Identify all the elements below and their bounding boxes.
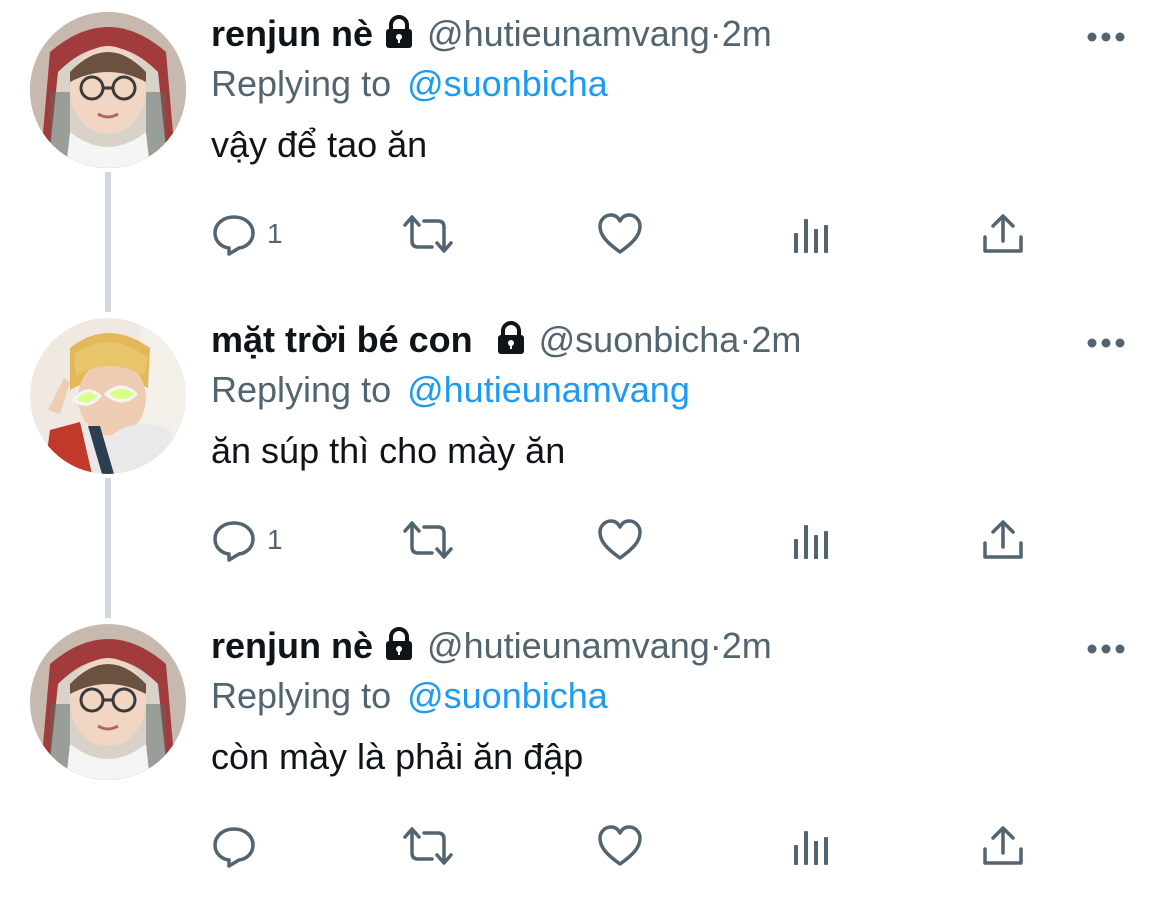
share-icon [981, 823, 1025, 869]
share-button[interactable] [981, 514, 1025, 566]
share-icon [981, 211, 1025, 257]
timestamp[interactable]: 2m [751, 319, 801, 361]
action-bar [211, 820, 1041, 872]
handle[interactable]: @suonbicha [539, 319, 740, 361]
display-name[interactable]: renjun nè [211, 625, 373, 667]
display-name[interactable]: renjun nè [211, 13, 373, 55]
like-button[interactable] [596, 514, 644, 566]
reply-icon [211, 823, 257, 869]
replying-label: Replying to [211, 369, 392, 410]
tweet-text: còn mày là phải ăn đập [211, 736, 584, 777]
like-icon [596, 517, 644, 563]
retweet-icon [399, 823, 457, 869]
lock-icon [381, 14, 417, 50]
replying-mention[interactable]: @suonbicha [407, 675, 608, 717]
reply-button[interactable]: 1 [211, 514, 283, 566]
tweet-text: ăn súp thì cho mày ăn [211, 430, 566, 471]
reply-button[interactable]: 1 [211, 208, 283, 260]
reply-icon [211, 211, 257, 257]
timestamp[interactable]: 2m [722, 13, 772, 55]
like-button[interactable] [596, 208, 644, 260]
avatar[interactable] [30, 318, 186, 474]
like-icon [596, 823, 644, 869]
replying-label: Replying to [211, 675, 392, 716]
reply-icon [211, 517, 257, 563]
separator: · [709, 13, 722, 54]
separator: · [709, 625, 722, 666]
like-icon [596, 211, 644, 257]
retweet-button[interactable] [399, 820, 457, 872]
reply-button[interactable] [211, 820, 267, 872]
tweet[interactable]: renjun nè @hutieunamvang · 2m Replying t… [0, 0, 1170, 306]
share-icon [981, 517, 1025, 563]
more-icon[interactable] [1086, 642, 1126, 654]
avatar-image [30, 624, 186, 780]
retweet-icon [399, 211, 457, 257]
display-name[interactable]: mặt trời bé con [211, 319, 473, 361]
avatar-image [30, 318, 186, 474]
avatar-image [30, 12, 186, 168]
reply-count: 1 [267, 218, 283, 249]
avatar[interactable] [30, 624, 186, 780]
handle[interactable]: @hutieunamvang [427, 625, 710, 667]
analytics-button[interactable] [791, 208, 833, 260]
share-button[interactable] [981, 208, 1025, 260]
analytics-icon [791, 517, 833, 563]
separator: · [739, 319, 752, 360]
tweet[interactable]: mặt trời bé con @suonbicha · 2m Replying… [0, 306, 1170, 612]
like-button[interactable] [596, 820, 644, 872]
analytics-icon [791, 823, 833, 869]
action-bar: 1 [211, 208, 1041, 260]
reply-count: 1 [267, 524, 283, 555]
replying-mention[interactable]: @suonbicha [407, 63, 608, 105]
avatar[interactable] [30, 12, 186, 168]
replying-mention[interactable]: @hutieunamvang [407, 369, 690, 411]
tweet-text: vậy để tao ăn [211, 124, 428, 165]
retweet-button[interactable] [399, 208, 457, 260]
replying-label: Replying to [211, 63, 392, 104]
tweet[interactable]: renjun nè @hutieunamvang · 2m Replying t… [0, 612, 1170, 918]
share-button[interactable] [981, 820, 1025, 872]
analytics-button[interactable] [791, 820, 833, 872]
more-icon[interactable] [1086, 30, 1126, 42]
retweet-icon [399, 517, 457, 563]
retweet-button[interactable] [399, 514, 457, 566]
analytics-button[interactable] [791, 514, 833, 566]
lock-icon [493, 320, 529, 356]
lock-icon [381, 626, 417, 662]
handle[interactable]: @hutieunamvang [427, 13, 710, 55]
more-icon[interactable] [1086, 336, 1126, 348]
timestamp[interactable]: 2m [722, 625, 772, 667]
analytics-icon [791, 211, 833, 257]
action-bar: 1 [211, 514, 1041, 566]
